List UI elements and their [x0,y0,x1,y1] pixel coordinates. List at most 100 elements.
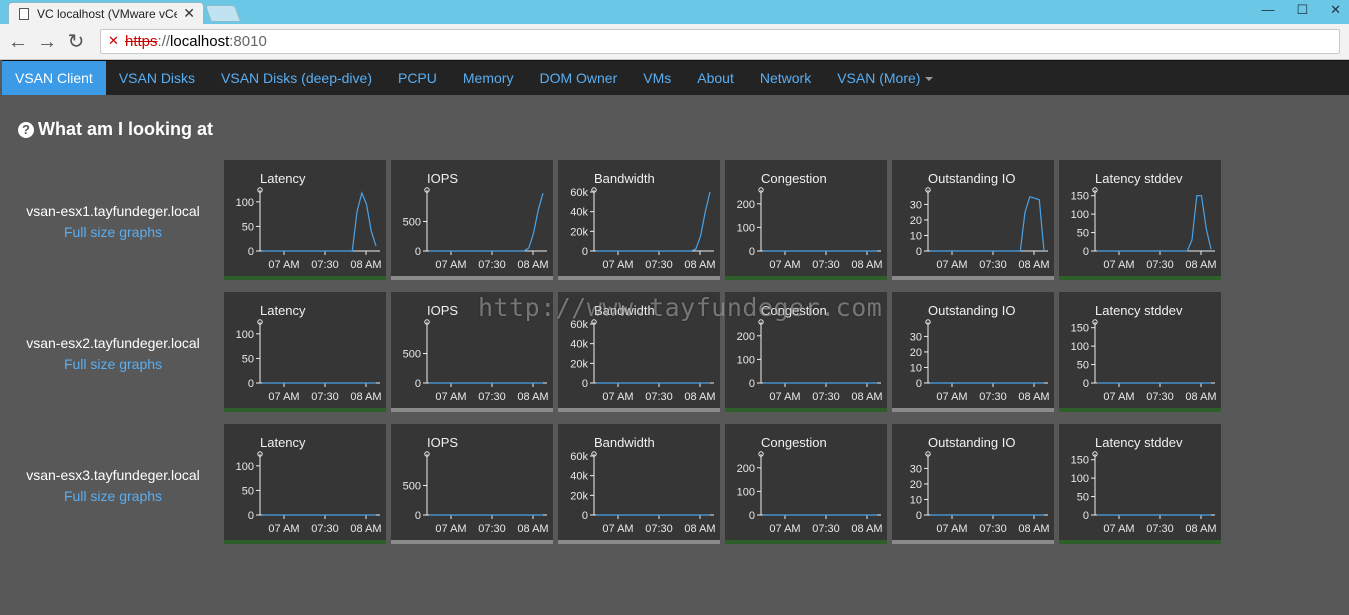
graph-panel-outstanding-io[interactable]: Outstanding IO 0 10 20 30 07 AM 07:30 08 AM [892,292,1054,412]
full-size-graphs-link[interactable]: Full size graphs [2,224,224,240]
y-tick-label: 0 [749,510,755,522]
y-tick-label: 500 [403,217,421,229]
graph-panel-iops[interactable]: IOPS 0 500 07 AM 07:30 08 AM [391,160,553,280]
y-tick-label: 100 [1071,341,1089,353]
status-bar [558,540,720,544]
y-tick-label: 10 [910,230,922,242]
x-tick-label: 08 AM [851,523,882,535]
forward-arrow-icon[interactable]: → [35,30,59,54]
tab-title: VC localhost (VMware vCe [37,6,177,21]
x-tick-label: 07:30 [645,523,673,535]
graph-panel-congestion[interactable]: Congestion 0 100 200 07 AM 07:30 08 AM [725,160,887,280]
x-tick-label: 07 AM [602,523,633,535]
nav-item-about[interactable]: About [684,61,747,96]
graph-panel-latency-stddev[interactable]: Latency stddev 0 50 100 150 07 AM 07:30 08 AM [1059,160,1221,280]
x-tick-label: 07 AM [769,391,800,403]
browser-tab-strip: VC localhost (VMware vCe ✕ — ☐ ✕ [0,0,1349,24]
status-bar [391,276,553,280]
x-tick-label: 07 AM [268,391,299,403]
x-tick-label: 07:30 [311,523,339,535]
minimize-icon[interactable]: — [1261,2,1274,18]
nav-item-vms[interactable]: VMs [630,61,684,96]
graph-panel-iops[interactable]: IOPS 0 500 07 AM 07:30 08 AM [391,424,553,544]
y-tick-label: 150 [1071,191,1089,203]
graph-panel-latency[interactable]: Latency 0 50 100 07 AM 07:30 08 AM [224,160,386,280]
y-tick-label: 150 [1071,455,1089,467]
x-tick-label: 08 AM [1018,259,1049,271]
y-tick-label: 0 [248,510,254,522]
y-tick-label: 40k [570,471,588,483]
status-bar [391,408,553,412]
y-tick-label: 30 [910,199,922,211]
host-label: vsan-esx3.tayfundeger.local Full size gra… [2,467,224,504]
graph-svg: 0 10 20 30 07 AM 07:30 08 AM [910,319,1050,403]
nav-item-memory[interactable]: Memory [450,61,527,96]
x-tick-label: 07:30 [645,391,673,403]
x-tick-label: 08 AM [517,523,548,535]
nav-item-vsan-disks-deep-dive[interactable]: VSAN Disks (deep-dive) [208,61,385,96]
status-bar [1059,540,1221,544]
x-tick-label: 07 AM [1103,259,1134,271]
graph-panel-latency[interactable]: Latency 0 50 100 07 AM 07:30 08 AM [224,424,386,544]
graph-panel-congestion[interactable]: Congestion 0 100 200 07 AM 07:30 08 AM [725,424,887,544]
x-tick-label: 07:30 [1146,259,1174,271]
graph-svg: 0 500 07 AM 07:30 08 AM [403,451,549,535]
graph-panel-bandwidth[interactable]: Bandwidth 0 20k 40k 60k 07 AM 07:30 08 AM [558,424,720,544]
status-bar [224,408,386,412]
nav-item-dom-owner[interactable]: DOM Owner [526,61,630,96]
graph-panel-latency-stddev[interactable]: Latency stddev 0 50 100 150 07 AM 07:30 08 AM [1059,424,1221,544]
status-bar [1059,276,1221,280]
y-tick-label: 20 [910,347,922,359]
x-tick-label: 07 AM [936,259,967,271]
y-tick-label: 0 [749,246,755,258]
x-tick-label: 07:30 [812,391,840,403]
y-tick-label: 60k [570,187,588,199]
nav-item-vsan-client[interactable]: VSAN Client [2,61,106,96]
nav-list: VSAN Client VSAN Disks VSAN Disks (deep-di… [2,61,1349,96]
nav-item-network[interactable]: Network [747,61,824,96]
x-tick-label: 07:30 [979,523,1007,535]
x-tick-label: 08 AM [851,391,882,403]
y-tick-label: 50 [242,353,254,365]
help-heading[interactable]: ? What am I looking at [18,119,213,140]
y-tick-label: 60k [570,451,588,463]
address-bar[interactable]: https://localhost:8010 [100,29,1340,54]
y-tick-label: 0 [1083,510,1089,522]
series-line [262,191,377,252]
maximize-icon[interactable]: ☐ [1296,2,1308,18]
graph-panel-latency[interactable]: Latency 0 50 100 07 AM 07:30 08 AM [224,292,386,412]
x-tick-label: 08 AM [350,523,381,535]
nav-item-pcpu[interactable]: PCPU [385,61,450,96]
reload-icon[interactable]: ↻ [64,30,88,54]
x-tick-label: 08 AM [1018,391,1049,403]
host-label: vsan-esx1.tayfundeger.local Full size gra… [2,203,224,240]
graph-svg: 0 500 07 AM 07:30 08 AM [403,187,549,271]
x-tick-label: 07:30 [979,259,1007,271]
x-tick-label: 07:30 [979,391,1007,403]
main-content: ? What am I looking at vsan-esx1.tayfund… [2,95,1349,615]
url-scheme: https [125,33,158,50]
graph-panel-latency-stddev[interactable]: Latency stddev 0 50 100 150 07 AM 07:30 08 AM [1059,292,1221,412]
full-size-graphs-link[interactable]: Full size graphs [2,356,224,372]
x-tick-label: 07 AM [602,259,633,271]
full-size-graphs-link[interactable]: Full size graphs [2,488,224,504]
new-tab-button[interactable] [204,5,242,22]
nav-item-vsan-disks[interactable]: VSAN Disks [106,61,208,96]
graph-panel-outstanding-io[interactable]: Outstanding IO 0 10 20 30 07 AM 07:30 08 AM [892,160,1054,280]
window-close-icon[interactable]: ✕ [1330,2,1341,18]
status-bar [892,276,1054,280]
y-tick-label: 0 [248,246,254,258]
nav-item-vsan-more[interactable]: VSAN (More) [824,61,946,96]
back-arrow-icon[interactable]: ← [6,30,30,54]
tab-close-icon[interactable]: ✕ [183,5,195,22]
status-bar [558,276,720,280]
host-name: vsan-esx3.tayfundeger.local [26,467,200,483]
graph-panel-bandwidth[interactable]: Bandwidth 0 20k 40k 60k 07 AM 07:30 08 AM [558,160,720,280]
graph-panel-outstanding-io[interactable]: Outstanding IO 0 10 20 30 07 AM 07:30 08 AM [892,424,1054,544]
x-tick-label: 07 AM [1103,523,1134,535]
y-tick-label: 0 [582,510,588,522]
page-icon [19,7,29,20]
browser-tab[interactable]: VC localhost (VMware vCe ✕ [8,2,204,24]
x-tick-label: 07 AM [769,523,800,535]
x-tick-label: 07 AM [936,523,967,535]
